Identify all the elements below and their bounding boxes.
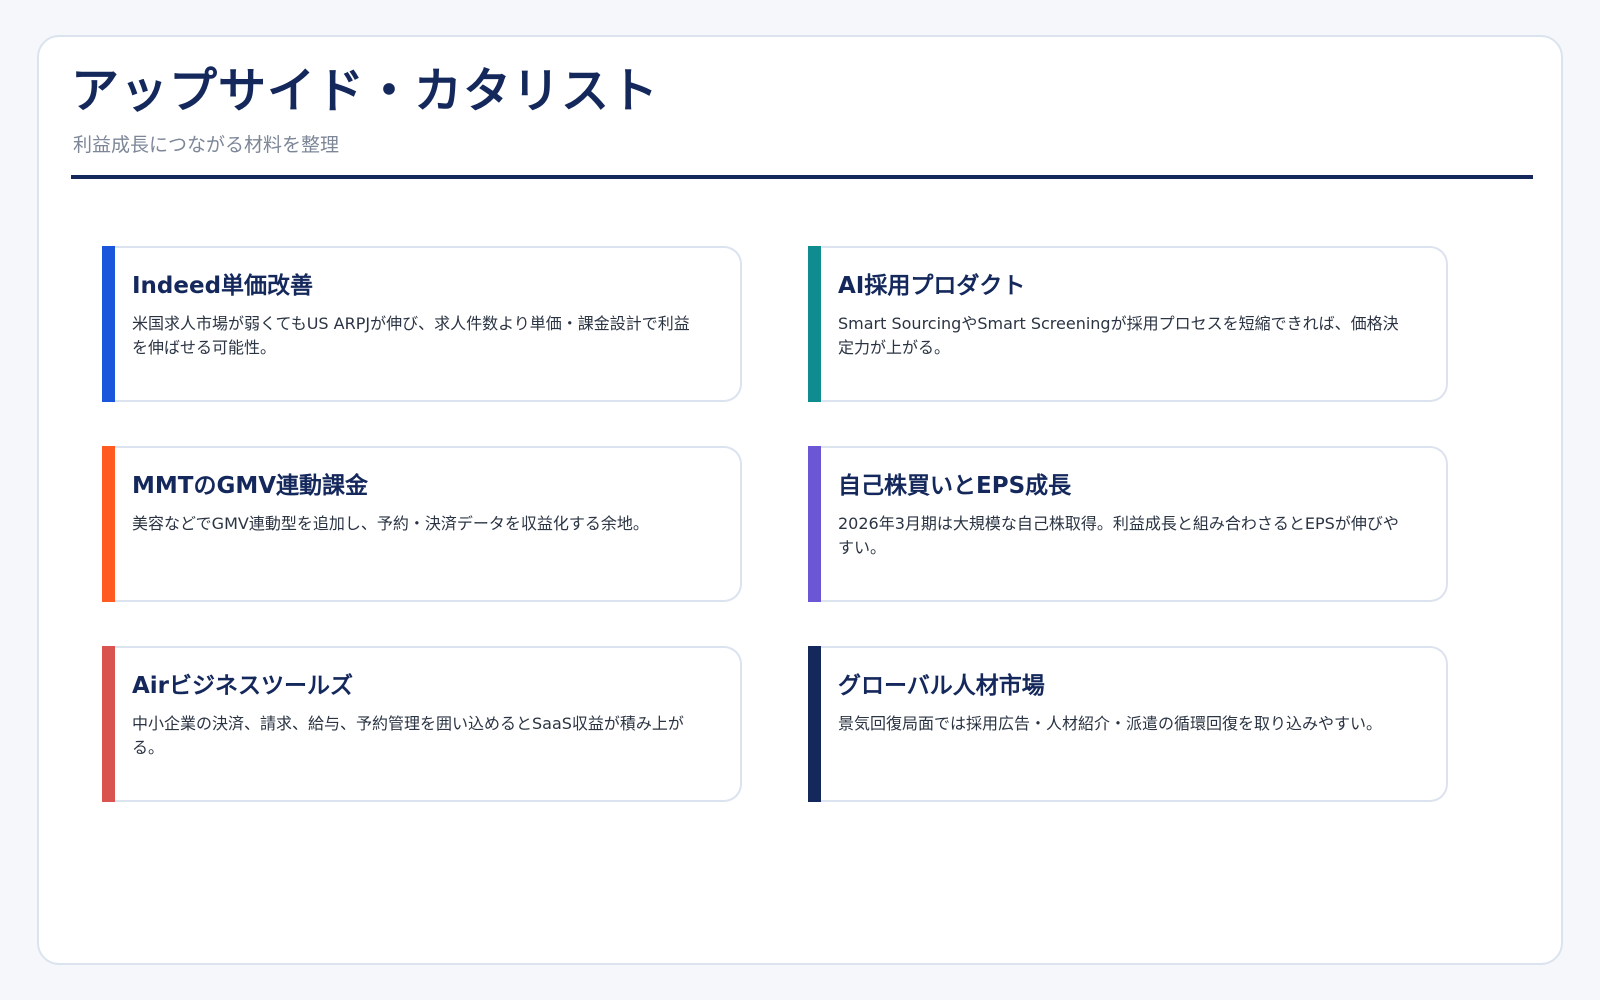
page-subtitle: 利益成長につながる材料を整理 [73, 133, 340, 156]
card-title: AI採用プロダクト [838, 273, 1026, 299]
card-description: Smart SourcingやSmart Screeningが採用プロセスを短縮… [838, 314, 1399, 357]
catalyst-card: MMTのGMV連動課金 美容などでGMV連動型を追加し、予約・決済データを収益化… [102, 446, 742, 602]
card-accent-bar [808, 446, 821, 602]
header-divider [71, 175, 1533, 179]
catalyst-card: 自己株買いとEPS成長 2026年3月期は大規模な自己株取得。利益成長と組み合わ… [808, 446, 1448, 602]
catalyst-card: グローバル人材市場 景気回復局面では採用広告・人材紹介・派遣の循環回復を取り込み… [808, 646, 1448, 802]
page-title: アップサイド・カタリスト [71, 63, 660, 119]
card-title: MMTのGMV連動課金 [132, 473, 369, 499]
card-description: 2026年3月期は大規模な自己株取得。利益成長と組み合わさるとEPSが伸びやすい… [838, 514, 1399, 557]
card-description: 景気回復局面では採用広告・人材紹介・派遣の循環回復を取り込みやすい。 [838, 714, 1383, 733]
card-accent-bar [102, 446, 115, 602]
card-title: Indeed単価改善 [132, 273, 314, 299]
catalyst-card: AI採用プロダクト Smart SourcingやSmart Screening… [808, 246, 1448, 402]
card-title: Airビジネスツールズ [132, 673, 354, 699]
card-accent-bar [808, 246, 821, 402]
card-title: グローバル人材市場 [838, 673, 1045, 699]
card-accent-bar [102, 646, 115, 802]
card-accent-bar [808, 646, 821, 802]
card-description: 美容などでGMV連動型を追加し、予約・決済データを収益化する余地。 [132, 514, 649, 533]
card-description: 米国求人市場が弱くてもUS ARPJが伸び、求人件数より単価・課金設計で利益を伸… [132, 314, 690, 357]
page-header: アップサイド・カタリスト 利益成長につながる材料を整理 [71, 65, 1535, 155]
catalyst-card: Airビジネスツールズ 中小企業の決済、請求、給与、予約管理を囲い込めるとSaa… [102, 646, 742, 802]
catalyst-panel: アップサイド・カタリスト 利益成長につながる材料を整理 Indeed単価改善 米… [37, 35, 1563, 965]
card-accent-bar [102, 246, 115, 402]
card-title: 自己株買いとEPS成長 [838, 473, 1072, 499]
catalyst-card: Indeed単価改善 米国求人市場が弱くてもUS ARPJが伸び、求人件数より単… [102, 246, 742, 402]
card-description: 中小企業の決済、請求、給与、予約管理を囲い込めるとSaaS収益が積み上がる。 [132, 714, 684, 757]
